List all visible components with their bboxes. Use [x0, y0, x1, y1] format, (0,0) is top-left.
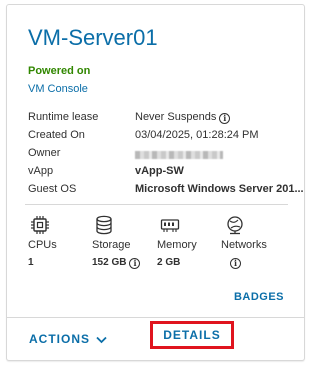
vm-console-link[interactable]: VM Console: [28, 83, 88, 95]
actions-dropdown-button[interactable]: ACTIONS: [29, 332, 107, 346]
properties-list: Runtime lease Never Suspends i Created On…: [28, 111, 304, 201]
info-icon[interactable]: i: [129, 258, 141, 269]
divider: [25, 204, 288, 205]
cpu-icon: [31, 216, 49, 234]
vm-name-title[interactable]: VM-Server01: [28, 25, 158, 51]
cpus-label: CPUs: [28, 239, 57, 251]
storage-value-wrap: 152 GB i: [92, 257, 141, 269]
property-value: Never Suspends i: [135, 111, 231, 124]
vapp-value[interactable]: vApp-SW: [135, 165, 184, 177]
footer-divider: [7, 317, 304, 318]
power-status: Powered on: [28, 65, 91, 77]
property-row-runtime-lease: Runtime lease Never Suspends i: [28, 111, 298, 129]
networks-info: i: [227, 257, 241, 269]
chevron-down-icon: [96, 336, 107, 344]
memory-value: 2 GB: [157, 257, 181, 268]
badges-link[interactable]: BADGES: [234, 291, 284, 303]
actions-label: ACTIONS: [29, 332, 90, 346]
redacted-block: [135, 151, 223, 159]
memory-label: Memory: [157, 239, 197, 251]
property-label: Runtime lease: [28, 111, 99, 123]
created-on-value: 03/04/2025, 01:28:24 PM: [135, 129, 259, 141]
property-row-vapp: vApp vApp-SW: [28, 165, 298, 183]
info-icon[interactable]: i: [230, 258, 241, 269]
property-label: vApp: [28, 165, 54, 177]
owner-value-redacted: [135, 147, 223, 162]
vm-card: VM-Server01 Powered on VM Console Runtim…: [6, 4, 305, 361]
details-highlight-box: DETAILS: [150, 321, 234, 349]
guest-os-value: Microsoft Windows Server 201...: [135, 183, 304, 195]
property-label: Guest OS: [28, 183, 77, 195]
storage-label: Storage: [92, 239, 131, 251]
networks-label: Networks: [221, 239, 267, 251]
storage-value: 152 GB: [92, 257, 127, 268]
property-row-owner: Owner: [28, 147, 298, 165]
property-row-created-on: Created On 03/04/2025, 01:28:24 PM: [28, 129, 298, 147]
details-button[interactable]: DETAILS: [153, 324, 231, 346]
network-icon: [227, 216, 243, 235]
property-label: Created On: [28, 129, 85, 141]
runtime-lease-value: Never Suspends: [135, 111, 217, 123]
storage-icon: [96, 215, 112, 235]
memory-icon: [160, 219, 180, 232]
cpus-value: 1: [28, 257, 34, 268]
info-icon[interactable]: i: [219, 113, 231, 124]
property-label: Owner: [28, 147, 61, 159]
property-row-guest-os: Guest OS Microsoft Windows Server 201...: [28, 183, 304, 201]
